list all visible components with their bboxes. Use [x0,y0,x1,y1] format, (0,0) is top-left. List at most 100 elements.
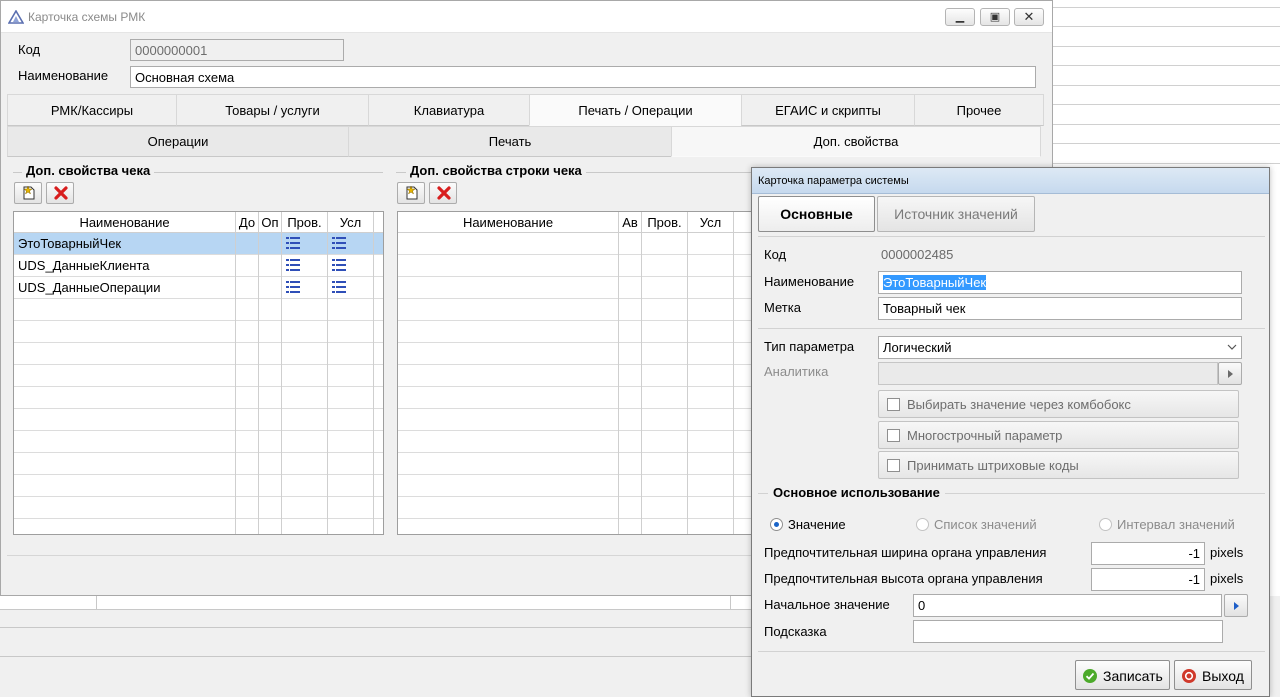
column-header-name[interactable]: Наименование [14,212,236,233]
main-titlebar: Карточка схемы РМК ▁ ▣ ✕ [1,1,1052,33]
close-button[interactable]: ✕ [1014,8,1044,26]
checkmark-icon [1083,669,1097,683]
table-row[interactable] [398,233,756,255]
combobox-checkbox[interactable]: Выбирать значение через комбобокс [878,390,1239,418]
list-icon [286,237,300,249]
maximize-button[interactable]: ▣ [980,8,1010,26]
param-tag-field[interactable]: Товарный чек [878,297,1242,320]
analytics-select-button[interactable] [1218,362,1242,385]
tab-goods-services[interactable]: Товары / услуги [176,94,369,126]
column-header-cond[interactable]: Усл [328,212,374,233]
minimize-button[interactable]: ▁ [945,8,975,26]
table-row[interactable] [398,497,756,519]
barcodes-checkbox[interactable]: Принимать штриховые коды [878,451,1239,479]
initial-value-select-button[interactable] [1224,594,1248,617]
param-code-label: Код [764,247,787,262]
delete-check-prop-button[interactable] [46,182,74,204]
background-line [1053,26,1280,27]
check-props-title: Доп. свойства чека [22,163,155,178]
pref-height-label: Предпочтительная высота органа управлени… [764,571,1043,586]
background-line [1053,85,1280,86]
save-button[interactable]: Записать [1075,660,1170,690]
list-icon [332,237,346,249]
chevron-down-icon [1227,344,1237,350]
add-document-icon [406,185,418,200]
param-type-select[interactable]: Логический [878,336,1242,359]
param-tag-label: Метка [764,300,801,315]
checkbox-box [887,398,900,411]
column-header-auto[interactable]: Ав [619,212,642,233]
check-props-grid: Наименование До Оп Пров. Усл ЭтоТоварный… [13,211,384,535]
table-row[interactable] [398,409,756,431]
line-props-grid: Наименование Ав Пров. Усл [397,211,757,535]
list-values-radio[interactable] [916,518,929,531]
delete-line-prop-button[interactable] [429,182,457,204]
table-row[interactable] [398,255,756,277]
exit-button[interactable]: Выход [1174,660,1252,690]
param-name-field[interactable]: ЭтоТоварныйЧек [878,271,1242,294]
background-row [0,596,752,610]
background-line [1053,143,1280,144]
dialog-title: Карточка параметра системы [758,175,909,187]
code-field[interactable]: 0000000001 [130,39,344,61]
value-radio[interactable] [770,518,783,531]
tab-egais-scripts[interactable]: ЕГАИС и скрипты [741,94,915,126]
initial-value-field[interactable]: 0 [913,594,1222,617]
sub-tabs: Операции Печать Доп. свойства [7,126,1041,157]
tab-print-operations[interactable]: Печать / Операции [529,94,742,126]
list-values-radio-label: Список значений [934,517,1037,532]
column-header-check[interactable]: Пров. [282,212,328,233]
table-row[interactable] [398,299,756,321]
param-type-label: Тип параметра [764,339,855,354]
background-line [1053,124,1280,125]
param-name-value: ЭтоТоварныйЧек [883,275,987,290]
interval-values-radio[interactable] [1099,518,1112,531]
dialog-separator [758,236,1265,237]
tab-keyboard[interactable]: Клавиатура [368,94,530,126]
subtab-operations[interactable]: Операции [7,126,349,157]
close-icon: ✕ [1023,9,1035,24]
tab-main[interactable]: Основные [758,196,875,232]
grid-column-line [235,212,236,534]
table-row[interactable] [398,321,756,343]
hint-field[interactable] [913,620,1223,643]
column-header-check[interactable]: Пров. [642,212,688,233]
grid-column-line [281,212,282,534]
column-header-op[interactable]: Оп [259,212,282,233]
grid-column-line [373,212,374,534]
table-row[interactable] [398,343,756,365]
subtab-print[interactable]: Печать [348,126,672,157]
pref-height-field[interactable]: -1 [1091,568,1205,591]
table-row[interactable] [398,431,756,453]
tab-pos-cashiers[interactable]: РМК/Кассиры [7,94,177,126]
column-header-cond[interactable]: Усл [688,212,734,233]
add-line-prop-button[interactable] [397,182,425,204]
table-row[interactable] [398,519,756,534]
tab-value-source[interactable]: Источник значений [877,196,1035,232]
list-icon [286,259,300,271]
background-line [1053,46,1280,47]
table-row[interactable] [398,475,756,497]
property-name: UDS_ДанныеКлиента [18,258,150,273]
column-header-before[interactable]: До [236,212,259,233]
table-row[interactable] [398,453,756,475]
table-row[interactable] [398,365,756,387]
column-header-name[interactable]: Наименование [398,212,619,233]
delete-icon [437,186,451,200]
system-parameter-dialog: Карточка параметра системы Основные Исто… [751,167,1270,697]
code-label: Код [18,42,41,57]
table-row[interactable] [398,387,756,409]
arrow-right-icon [1234,602,1239,610]
add-check-prop-button[interactable] [14,182,42,204]
tab-other[interactable]: Прочее [914,94,1044,126]
subtab-extra-properties[interactable]: Доп. свойства [671,126,1041,157]
dialog-titlebar: Карточка параметра системы [752,168,1269,194]
name-field[interactable]: Основная схема [130,66,1036,88]
grid-column-line [618,212,619,534]
table-row[interactable] [398,277,756,299]
pref-width-field[interactable]: -1 [1091,542,1205,565]
multiline-checkbox[interactable]: Многострочный параметр [878,421,1239,449]
exit-button-label: Выход [1202,668,1244,684]
list-icon [332,259,346,271]
background-line [1053,65,1280,66]
